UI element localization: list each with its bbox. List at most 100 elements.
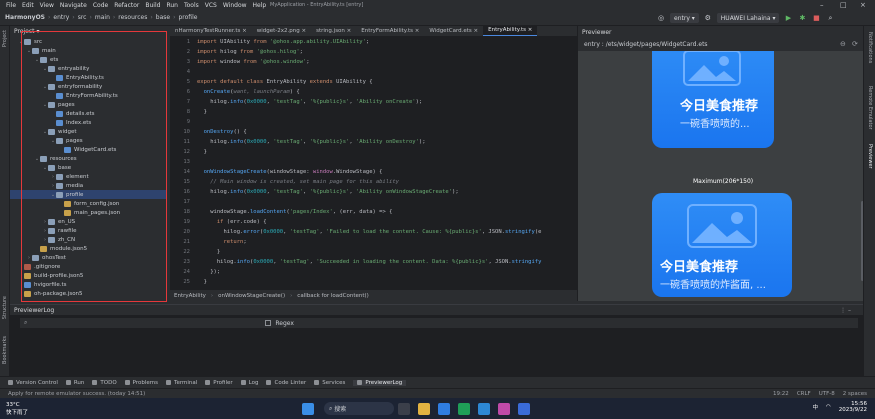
line-number: 21 xyxy=(183,239,190,245)
regex-checkbox[interactable] xyxy=(265,320,272,326)
chrome-icon[interactable] xyxy=(458,402,471,415)
tool-window-button[interactable]: Problems xyxy=(124,380,158,386)
breadcrumb-item[interactable]: base xyxy=(156,14,170,21)
wifi-icon[interactable]: ◠ xyxy=(826,404,831,410)
taskbar-search[interactable]: ⌕ 搜索 xyxy=(324,402,395,415)
tool-window-button[interactable]: Profiler xyxy=(205,380,233,386)
app-icon[interactable] xyxy=(518,402,531,415)
image-placeholder-icon xyxy=(683,51,741,86)
tool-window-button[interactable]: Run xyxy=(65,380,84,386)
refresh-icon[interactable]: ⟳ xyxy=(852,40,858,48)
menu-view[interactable]: View xyxy=(40,2,54,9)
editor-tab[interactable]: EntryFormAbility.ts × xyxy=(356,26,424,36)
weather-desc: 快下雨了 xyxy=(6,409,29,416)
line-number: 24 xyxy=(183,269,190,275)
editor-tab[interactable]: widget-2x2.png × xyxy=(252,26,311,36)
editor-breadcrumb-item[interactable]: callback for loadContent() xyxy=(297,293,369,299)
menu-code[interactable]: Code xyxy=(93,2,108,9)
menu-help[interactable]: Help xyxy=(253,2,267,9)
minimize-icon[interactable]: – xyxy=(820,1,824,9)
line-number: 5 xyxy=(186,79,190,85)
tool-icon xyxy=(8,380,13,385)
code-editor[interactable]: 1 2 3 4 5 6 7 8 9 10 11 12 13 14 15 16 17 18 19 20 21 22 23 24 2… xyxy=(170,37,577,289)
notifications-tool-tab[interactable]: Notifications xyxy=(867,32,873,63)
zoom-icon[interactable]: ⊖ xyxy=(840,40,846,48)
start-icon[interactable] xyxy=(302,402,315,415)
widget-card-small[interactable]: 今日美食推荐 一碗香喷喷的... xyxy=(652,51,774,148)
device-selector[interactable]: HUAWEI Lahaina ▾ xyxy=(716,13,780,23)
vscode-icon[interactable] xyxy=(478,402,491,415)
card-title: 今日美食推荐 xyxy=(680,99,759,114)
remote-emulator-tool-tab[interactable]: Remote Emulator xyxy=(867,86,873,130)
code-line: hilog.info(0x0000, 'testTag', '%{public}… xyxy=(197,99,423,105)
menu-edit[interactable]: Edit xyxy=(22,2,34,9)
line-number: 1 xyxy=(186,39,190,45)
weather-widget[interactable]: 33°C 快下雨了 xyxy=(6,402,28,416)
menu-window[interactable]: Window xyxy=(223,2,247,9)
menu-build[interactable]: Build xyxy=(145,2,160,9)
bookmarks-tool-tab[interactable]: Bookmarks xyxy=(2,336,8,364)
tool-window-button[interactable]: Terminal xyxy=(166,380,197,386)
deveco-icon[interactable] xyxy=(498,402,511,415)
widget-card-large[interactable]: 今日美食推荐 一碗香喷喷的炸酱面, ... xyxy=(652,193,792,297)
target-icon[interactable]: ◎ xyxy=(656,13,666,23)
menu-vcs[interactable]: VCS xyxy=(205,2,217,9)
close-icon[interactable]: × xyxy=(860,1,866,9)
module-label: entry xyxy=(674,14,690,22)
menu-file[interactable]: File xyxy=(6,2,16,9)
breadcrumb-item[interactable]: HarmonyOS xyxy=(5,14,45,21)
breadcrumb-item[interactable]: resources xyxy=(118,14,147,21)
previewer-tool-tab[interactable]: Previewer xyxy=(867,144,873,169)
line-separator[interactable]: CRLF xyxy=(797,391,811,397)
tool-window-button[interactable]: Log xyxy=(240,379,259,386)
code-line: onCreate(want, launchParam) { xyxy=(203,89,300,95)
file-encoding[interactable]: UTF-8 xyxy=(819,391,835,397)
code-line: import UIAbility from '@ohos.app.ability… xyxy=(197,39,370,45)
menu-refactor[interactable]: Refactor xyxy=(114,2,139,9)
breadcrumb-item[interactable]: src xyxy=(78,14,87,21)
indent-setting[interactable]: 2 spaces xyxy=(843,391,867,397)
menu-tools[interactable]: Tools xyxy=(184,2,199,9)
module-selector[interactable]: entry ▾ xyxy=(670,13,699,23)
cursor-position[interactable]: 19:22 xyxy=(773,391,789,397)
menu-navigate[interactable]: Navigate xyxy=(60,2,87,9)
code-line: if (err.code) { xyxy=(216,219,267,225)
more-options-icon[interactable]: ⋮ – xyxy=(840,307,851,314)
tool-label: Log xyxy=(248,379,259,386)
tool-window-button[interactable]: Services xyxy=(314,380,345,386)
settings-icon[interactable]: ⚙ xyxy=(703,13,713,23)
task-view-icon[interactable] xyxy=(398,402,411,415)
run-icon[interactable]: ▶ xyxy=(783,13,793,23)
line-number: 19 xyxy=(183,219,190,225)
editor-tab[interactable]: WidgetCard.ets × xyxy=(424,26,483,36)
structure-tool-tab[interactable]: Structure xyxy=(2,296,8,319)
code-line: } xyxy=(197,279,207,285)
breadcrumb-item[interactable]: profile xyxy=(178,14,197,21)
debug-icon[interactable]: ✱ xyxy=(797,13,807,23)
breadcrumb-item[interactable]: main xyxy=(95,14,110,21)
breadcrumb-separator: › xyxy=(112,14,116,21)
input-language[interactable]: 中 xyxy=(812,403,818,411)
project-tool-tab[interactable]: Project xyxy=(2,30,8,47)
menu-run[interactable]: Run xyxy=(166,2,178,9)
search-icon[interactable]: ⌕ xyxy=(825,13,835,23)
code-line: hilog.info(0x0000, 'testTag', '%{public}… xyxy=(197,139,426,145)
editor-tab[interactable]: EntryAbility.ts × xyxy=(483,26,538,36)
tool-window-button[interactable]: Code Linter xyxy=(266,380,306,386)
editor-tab[interactable]: nHarmonyTestRunner.ts × xyxy=(170,26,252,36)
maximize-icon[interactable]: □ xyxy=(840,1,847,9)
tool-window-button[interactable]: PreviewerLog xyxy=(353,379,407,386)
editor-breadcrumb-item[interactable]: EntryAbility xyxy=(174,293,206,299)
stop-icon[interactable]: ■ xyxy=(811,13,821,23)
editor-tab[interactable]: string.json × xyxy=(311,26,356,36)
file-explorer-icon[interactable] xyxy=(418,402,431,415)
editor-breadcrumb-item[interactable]: onWindowStageCreate() xyxy=(218,293,285,299)
breadcrumb-item[interactable]: entry xyxy=(53,14,69,21)
line-gutter: 1 2 3 4 5 6 7 8 9 10 11 12 13 14 15 16 17 18 19 20 21 22 23 24 2… xyxy=(170,37,194,289)
tool-window-button[interactable]: TODO xyxy=(92,380,117,386)
tool-window-button[interactable]: Version Control xyxy=(8,380,58,386)
edge-icon[interactable] xyxy=(438,402,451,415)
code-line: export default class EntryAbility extend… xyxy=(197,79,373,85)
clock[interactable]: 15:56 2023/9/22 xyxy=(839,401,867,413)
tool-icon xyxy=(205,380,211,385)
